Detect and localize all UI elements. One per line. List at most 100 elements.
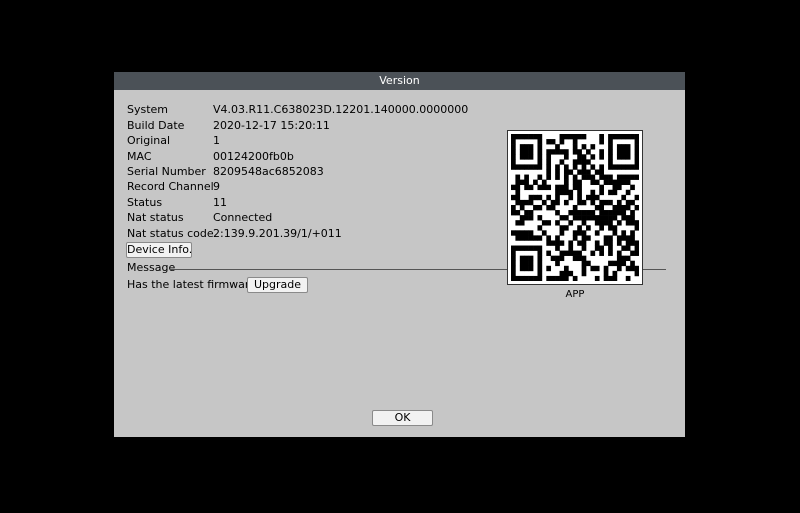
qr-module [586,149,591,155]
qr-module [599,199,604,206]
qr-module [537,154,543,160]
qr-module [524,245,529,251]
qr-module [563,169,569,175]
qr-module [559,139,565,145]
qr-module [572,134,578,140]
qr-module [577,250,582,256]
qr-module [537,184,543,191]
qr-module [594,245,600,251]
qr-module [519,164,525,170]
qr-module [625,204,631,211]
qr-module [572,230,578,236]
qr-module [519,179,525,185]
qr-module [537,174,543,180]
qr-module [616,250,622,256]
qr-module [603,270,609,277]
qr-module [537,215,543,221]
qr-module [519,149,525,155]
qr-module [586,210,591,216]
qr-module [621,174,627,180]
qr-module [586,194,591,201]
ok-button[interactable]: OK [372,410,433,426]
system-label: System [127,103,169,116]
qr-module [519,245,525,251]
qr-module [616,164,622,170]
qr-module [586,215,591,221]
qr-module [563,154,569,160]
qr-module [608,164,613,170]
qr-module [528,235,534,241]
qr-module [581,270,587,277]
qr-module [511,265,516,272]
qr-module [590,179,596,185]
qr-module [511,194,516,201]
qr-module [511,154,516,160]
qr-module [559,240,565,246]
qr-module [515,245,521,251]
qr-module [555,194,560,201]
qr-module [625,164,631,170]
qr-module [524,255,529,262]
qr-module [555,240,560,246]
qr-module [546,164,552,170]
qr-module [528,210,534,216]
qr-module [612,230,618,236]
qr-module [511,210,516,216]
qr-module [577,199,582,206]
qr-module [559,184,565,191]
qr-module [621,260,627,267]
qr-module [599,245,604,251]
qr-module [577,230,582,236]
qr-module [511,230,516,236]
upgrade-button[interactable]: Upgrade [247,277,308,293]
qr-module [568,194,574,201]
qr-module [577,189,582,196]
qr-module [608,189,613,196]
qr-module [603,240,609,246]
qr-module [630,199,635,206]
qr-module [608,144,613,150]
qr-module [599,164,604,170]
qr-module [621,149,627,155]
qr-module [546,250,552,256]
qr-module [630,174,635,180]
qr-module [528,184,534,191]
qr-module [590,215,596,221]
qr-module [625,134,631,140]
qr-module [612,270,618,277]
qr-module [616,174,622,180]
qr-module [511,245,516,251]
qr-module [519,134,525,140]
qr-code-icon [511,134,639,281]
qr-module [625,174,631,180]
qr-module [515,164,521,170]
qr-module [625,199,631,206]
qr-module [572,139,578,145]
qr-module [625,240,631,246]
qr-module [630,210,635,216]
qr-module [594,230,600,236]
qr-module [634,270,639,277]
qr-module [572,179,578,185]
qr-module [546,149,552,155]
record-channel-label: Record Channel [127,180,214,193]
qr-module [515,220,521,226]
qr-module [572,204,578,211]
qr-module [555,220,560,226]
qr-module [546,240,552,246]
qr-module [533,164,538,170]
qr-module [537,164,543,170]
qr-module [599,134,604,140]
qr-module [537,275,543,281]
qr-module [555,235,560,241]
qr-module [555,210,560,216]
qr-module [572,250,578,256]
record-channel-value: 9 [213,180,220,193]
qr-module [634,159,639,165]
qr-module [577,149,582,155]
qr-module [603,179,609,185]
qr-module [568,210,574,216]
qr-module [537,225,543,231]
qr-module [616,154,622,160]
device-info-button[interactable]: Device Info. [126,242,192,258]
